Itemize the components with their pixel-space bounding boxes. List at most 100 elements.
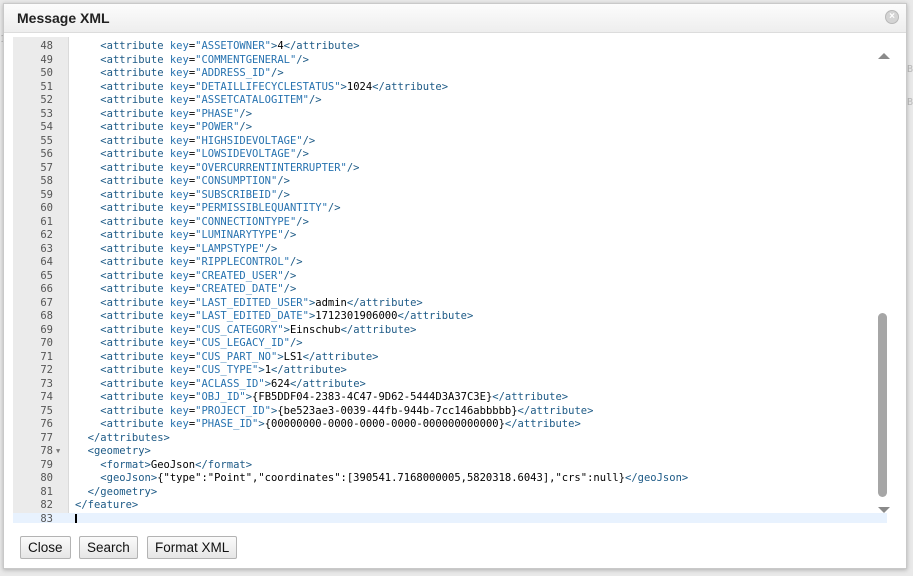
line-number: 56 — [40, 148, 53, 160]
xml-attr-name: key — [169, 148, 189, 160]
xml-tag: <attribute — [100, 121, 164, 133]
code-line[interactable]: 72 <attribute key="CUS_TYPE">1</attribut… — [13, 364, 887, 378]
code-line[interactable]: 80 <geoJson>{"type":"Point","coordinates… — [13, 472, 887, 486]
line-number: 58 — [40, 175, 53, 187]
close-icon[interactable]: × — [885, 10, 899, 24]
xml-tag: /> — [283, 269, 297, 282]
line-number: 63 — [40, 242, 53, 255]
xml-attr-value: "LUMINARYTYPE" — [195, 229, 284, 241]
code-line[interactable]: 48 <attribute key="ASSETOWNER">4</attrib… — [13, 40, 887, 54]
xml-tag: /> — [271, 67, 284, 79]
code-text: <attribute key="PHASE"/> — [75, 108, 252, 122]
code-line[interactable]: 50 <attribute key="ADDRESS_ID"/> — [13, 67, 887, 81]
xml-attr-name: key — [169, 202, 189, 214]
code-line[interactable]: 59 <attribute key="SUBSCRIBEID"/> — [13, 189, 887, 203]
code-line[interactable]: 54 <attribute key="POWER"/> — [13, 121, 887, 135]
xml-tag: <attribute — [100, 391, 164, 403]
code-line[interactable]: 66 <attribute key="CREATED_DATE"/> — [13, 283, 887, 297]
xml-tag: <attribute — [100, 256, 164, 268]
xml-attr-value: "OVERCURRENTINTERRUPTER" — [195, 161, 347, 174]
line-number: 52 — [40, 94, 53, 106]
code-text: </attributes> — [75, 432, 170, 446]
xml-attr-value: "PROJECT_ID" — [195, 404, 271, 417]
xml-tag: <attribute — [100, 107, 164, 120]
code-line[interactable]: 58 <attribute key="CONSUMPTION"/> — [13, 175, 887, 189]
code-line[interactable]: 68 <attribute key="LAST_EDITED_DATE">171… — [13, 310, 887, 324]
dialog-titlebar[interactable]: Message XML × — [4, 4, 906, 33]
code-line[interactable]: 49 <attribute key="COMMENTGENERAL"/> — [13, 54, 887, 68]
code-line[interactable]: 76 <attribute key="PHASE_ID">{00000000-0… — [13, 418, 887, 432]
code-line[interactable]: 63 <attribute key="LAMPSTYPE"/> — [13, 243, 887, 257]
line-number: 72 — [40, 364, 53, 376]
scroll-down-arrow-icon[interactable] — [878, 507, 890, 513]
xml-tag: </attribute> — [504, 418, 581, 430]
line-number: 51 — [40, 80, 53, 93]
code-line[interactable]: 79 <format>GeoJson</format> — [13, 459, 887, 473]
code-text: <attribute key="CREATED_USER"/> — [75, 270, 296, 284]
code-line[interactable]: 55 <attribute key="HIGHSIDEVOLTAGE"/> — [13, 135, 887, 149]
xml-tag: <attribute — [100, 94, 164, 106]
code-line[interactable]: 57 <attribute key="OVERCURRENTINTERRUPTE… — [13, 162, 887, 176]
line-number: 78 — [40, 445, 53, 457]
line-number: 66 — [40, 283, 53, 295]
line-number: 59 — [40, 188, 53, 201]
code-line[interactable]: 52 <attribute key="ASSETCATALOGITEM"/> — [13, 94, 887, 108]
xml-attr-value: "LAST_EDITED_USER" — [195, 296, 309, 309]
xml-tag: /> — [327, 202, 341, 214]
scrollbar-thumb[interactable] — [878, 313, 887, 497]
xml-text: LS1 — [283, 350, 303, 363]
xml-attr-name: key — [169, 53, 189, 66]
xml-attr-value: "CONSUMPTION" — [195, 175, 278, 187]
code-line[interactable]: 64 <attribute key="RIPPLECONTROL"/> — [13, 256, 887, 270]
xml-tag: </attribute> — [372, 80, 449, 93]
xml-tag: <attribute — [100, 364, 164, 376]
code-line[interactable]: 71 <attribute key="CUS_PART_NO">LS1</att… — [13, 351, 887, 365]
code-line[interactable]: 60 <attribute key="PERMISSIBLEQUANTITY"/… — [13, 202, 887, 216]
code-line[interactable]: 78 ▼ <geometry> — [13, 445, 887, 459]
code-line[interactable]: 74 <attribute key="OBJ_ID">{FB5DDF04-238… — [13, 391, 887, 405]
code-line[interactable]: 81 </geometry> — [13, 486, 887, 500]
code-text: <geometry> — [75, 445, 151, 459]
code-line[interactable]: 69 <attribute key="CUS_CATEGORY">Einschu… — [13, 324, 887, 338]
xml-attr-value: "CUS_LEGACY_ID" — [195, 337, 290, 349]
code-line[interactable]: 82 </feature> — [13, 499, 887, 513]
line-number: 73 — [40, 377, 53, 390]
code-line[interactable]: 51 <attribute key="DETAILLIFECYCLESTATUS… — [13, 81, 887, 95]
xml-code-editor[interactable]: 48 <attribute key="ASSETOWNER">4</attrib… — [13, 37, 887, 523]
search-button[interactable]: Search — [79, 536, 138, 559]
xml-attr-value: "CONNECTIONTYPE" — [195, 215, 297, 228]
code-text: <attribute key="CUS_TYPE">1</attribute> — [75, 364, 347, 378]
code-line[interactable]: 77 </attributes> — [13, 432, 887, 446]
code-text: <geoJson>{"type":"Point","coordinates":[… — [75, 472, 688, 486]
xml-tag: </geometry> — [87, 485, 158, 498]
close-button[interactable]: Close — [20, 536, 71, 559]
scroll-up-arrow-icon[interactable] — [878, 53, 890, 59]
xml-tag: </attribute> — [271, 364, 347, 376]
code-line[interactable]: 56 <attribute key="LOWSIDEVOLTAGE"/> — [13, 148, 887, 162]
line-number: 70 — [40, 337, 53, 349]
xml-attr-value: "POWER" — [195, 121, 240, 133]
code-line[interactable]: 65 <attribute key="CREATED_USER"/> — [13, 270, 887, 284]
code-text: <attribute key="PHASE_ID">{00000000-0000… — [75, 418, 581, 432]
code-line[interactable]: 73 <attribute key="ACLASS_ID">624</attri… — [13, 378, 887, 392]
xml-attr-name: key — [169, 256, 189, 268]
xml-tag: </feature> — [75, 499, 139, 511]
code-line[interactable]: 67 <attribute key="LAST_EDITED_USER">adm… — [13, 297, 887, 311]
code-line[interactable]: 83 — [13, 512, 887, 523]
code-line[interactable]: 62 <attribute key="LUMINARYTYPE"/> — [13, 229, 887, 243]
code-line[interactable]: 61 <attribute key="CONNECTIONTYPE"/> — [13, 216, 887, 230]
line-number: 55 — [40, 134, 53, 147]
vertical-scrollbar[interactable] — [876, 37, 890, 523]
code-line[interactable]: 53 <attribute key="PHASE"/> — [13, 108, 887, 122]
fold-arrow-icon[interactable]: ▼ — [56, 445, 60, 459]
code-line[interactable]: 75 <attribute key="PROJECT_ID">{be523ae3… — [13, 405, 887, 419]
xml-attr-name: key — [169, 121, 189, 133]
xml-attr-name: key — [169, 175, 189, 187]
xml-tag: <attribute — [100, 337, 164, 349]
code-line[interactable]: 70 <attribute key="CUS_LEGACY_ID"/> — [13, 337, 887, 351]
format-xml-button[interactable]: Format XML — [147, 536, 238, 559]
xml-tag: <format> — [100, 458, 151, 471]
